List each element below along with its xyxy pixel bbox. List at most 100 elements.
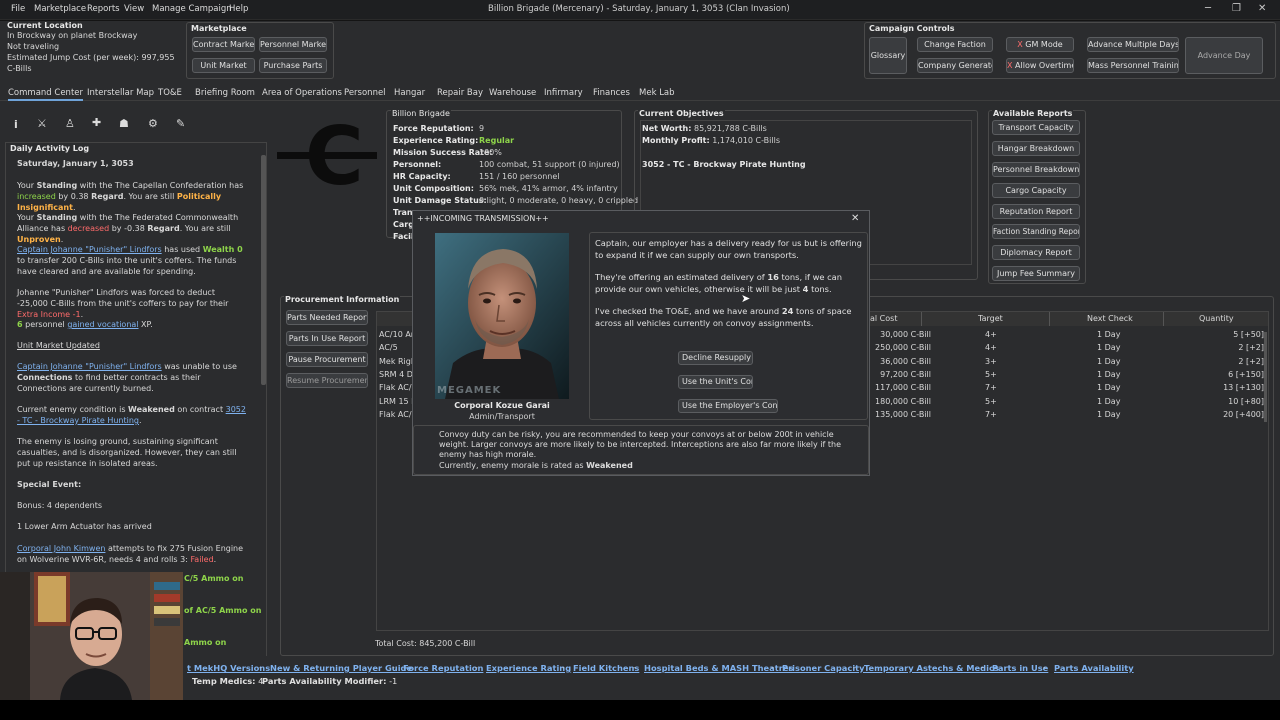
temp-medics: Temp Medics: 4 bbox=[192, 676, 264, 686]
menu-marketplace[interactable]: Marketplace bbox=[34, 4, 86, 14]
decline-resupply-button[interactable]: Decline Resupply bbox=[678, 351, 753, 365]
footer-sep: - bbox=[259, 663, 262, 672]
tab-area-of-operations[interactable]: Area of Operations bbox=[262, 88, 342, 98]
use-employer-convoy-button[interactable]: Use the Employer's Convoy bbox=[678, 399, 778, 413]
person-icon[interactable]: ♙ bbox=[65, 117, 75, 130]
bottom-strip bbox=[0, 700, 1280, 720]
proc-row-next-check: 1 Day bbox=[1097, 383, 1121, 393]
company-generator-button[interactable]: Company Generator bbox=[917, 58, 993, 73]
gear-icon[interactable]: ⚙ bbox=[148, 117, 158, 130]
change-faction-button[interactable]: Change Faction bbox=[917, 37, 993, 52]
cargo-capacity-button[interactable]: Cargo Capacity bbox=[992, 183, 1080, 198]
glossary-button[interactable]: Glossary bbox=[869, 37, 907, 74]
transport-capacity-button[interactable]: Transport Capacity bbox=[992, 120, 1080, 135]
table-scrollbar[interactable] bbox=[1264, 332, 1267, 422]
footer-link-temp-astechs[interactable]: Temporary Astechs & Medics bbox=[864, 663, 999, 673]
tab-repair-bay[interactable]: Repair Bay bbox=[437, 88, 483, 98]
person-link-2[interactable]: Captain Johanne "Punisher" Lindfors bbox=[17, 362, 162, 371]
minimize-icon[interactable]: ─ bbox=[1205, 3, 1211, 14]
footer-link-experience-rating[interactable]: Experience Rating bbox=[486, 663, 571, 673]
menu-manage-campaign[interactable]: Manage Campaign bbox=[152, 4, 232, 14]
proc-row-cost: 30,000 C-Bill bbox=[880, 330, 931, 339]
footer-link-field-kitchens[interactable]: Field Kitchens bbox=[573, 663, 639, 673]
hangar-breakdown-button[interactable]: Hangar Breakdown bbox=[992, 141, 1080, 156]
footer-sep: - bbox=[475, 663, 478, 672]
footer-sep: - bbox=[633, 663, 636, 672]
tab-hangar[interactable]: Hangar bbox=[394, 88, 425, 98]
log-entry-connections: Captain Johanne "Punisher" Lindfors was … bbox=[17, 362, 237, 393]
jump-fee-summary-button[interactable]: Jump Fee Summary bbox=[992, 266, 1080, 281]
menu-view[interactable]: View bbox=[124, 4, 144, 14]
menu-file[interactable]: File bbox=[11, 4, 25, 14]
footer-link-parts-availability[interactable]: Parts Availability bbox=[1054, 663, 1134, 673]
advance-multiple-days-button[interactable]: Advance Multiple Days bbox=[1087, 37, 1179, 52]
person-link-3[interactable]: Corporal John Kimwen bbox=[17, 544, 105, 553]
tab-interstellar-map[interactable]: Interstellar Map bbox=[87, 88, 154, 98]
log-scrollbar[interactable] bbox=[261, 155, 266, 385]
faction-standing-report-button[interactable]: Faction Standing Report bbox=[992, 224, 1080, 239]
unit-market-button[interactable]: Unit Market bbox=[192, 58, 255, 73]
person-link[interactable]: Captain Johanne "Punisher" Lindfors bbox=[17, 245, 162, 254]
log-entry-standing-fc: Your Standing with the The Federated Com… bbox=[17, 213, 239, 244]
proc-row-item: Flak AC/ bbox=[379, 383, 412, 393]
current-location-title: Current Location bbox=[7, 21, 83, 30]
proc-row-target: 7+ bbox=[985, 383, 997, 393]
log-entry-enemy-desc: The enemy is losing ground, sustaining s… bbox=[17, 437, 237, 468]
info-icon[interactable]: i bbox=[14, 118, 18, 131]
menu-help[interactable]: Help bbox=[229, 4, 248, 14]
medical-cross-icon[interactable]: ✚ bbox=[92, 116, 101, 129]
footer-link-player-guide[interactable]: New & Returning Player Guide bbox=[270, 663, 412, 673]
header-target[interactable]: Target bbox=[978, 314, 1003, 323]
wrench-icon[interactable]: ✎ bbox=[176, 117, 185, 130]
tab-infirmary[interactable]: Infirmary bbox=[544, 88, 583, 98]
gm-mode-x-icon: X bbox=[1017, 40, 1023, 49]
header-next-check[interactable]: Next Check bbox=[1087, 314, 1133, 323]
contract-market-button[interactable]: Contract Market bbox=[192, 37, 255, 52]
log-date: Saturday, January 1, 3053 bbox=[17, 159, 134, 168]
use-unit-convoy-button[interactable]: Use the Unit's Convoy bbox=[678, 375, 753, 389]
group-icon[interactable]: ☗ bbox=[119, 117, 129, 130]
mass-personnel-training-button[interactable]: Mass Personnel Training bbox=[1087, 58, 1179, 73]
footer-link-parts-in-use[interactable]: Parts in Use bbox=[992, 663, 1048, 673]
log-entry-deduct: Johanne "Punisher" Lindfors was forced t… bbox=[17, 288, 229, 319]
tab-toe[interactable]: TO&E bbox=[158, 88, 182, 98]
tab-briefing-room[interactable]: Briefing Room bbox=[195, 88, 255, 98]
purchase-parts-button[interactable]: Purchase Parts bbox=[259, 58, 327, 73]
proc-row-next-check: 1 Day bbox=[1097, 396, 1121, 406]
allow-overtime-button[interactable]: X Allow Overtime bbox=[1006, 58, 1074, 73]
log-entry-wealth: Captain Johanne "Punisher" Lindfors has … bbox=[17, 245, 243, 276]
header-quantity[interactable]: Quantity bbox=[1199, 314, 1234, 323]
pause-procurement-button[interactable]: Pause Procurement bbox=[286, 352, 368, 367]
unit-market-updated-link[interactable]: Unit Market Updated bbox=[17, 340, 100, 351]
footer-sep: - bbox=[392, 663, 395, 672]
footer-link-force-reputation[interactable]: Force Reputation bbox=[403, 663, 483, 673]
gm-mode-button[interactable]: X GM Mode bbox=[1006, 37, 1074, 52]
tab-personnel[interactable]: Personnel bbox=[344, 88, 386, 98]
diplomacy-report-button[interactable]: Diplomacy Report bbox=[992, 245, 1080, 260]
log-partial-1: C/5 Ammo on bbox=[184, 574, 244, 583]
header-cost[interactable]: al Cost bbox=[870, 314, 897, 323]
tab-mek-lab[interactable]: Mek Lab bbox=[639, 88, 675, 98]
parts-in-use-report-button[interactable]: Parts In Use Report bbox=[286, 331, 368, 346]
advance-day-button[interactable]: Advance Day bbox=[1185, 37, 1263, 74]
menu-reports[interactable]: Reports bbox=[87, 4, 120, 14]
maximize-icon[interactable]: ❐ bbox=[1232, 3, 1241, 14]
reputation-report-button[interactable]: Reputation Report bbox=[992, 204, 1080, 219]
tab-finances[interactable]: Finances bbox=[593, 88, 630, 98]
command-toolbar: i ⚔ ♙ ✚ ☗ ⚙ ✎ bbox=[6, 116, 196, 134]
swords-icon[interactable]: ⚔ bbox=[37, 117, 47, 130]
footer-link-versions[interactable]: t MekHQ Versions bbox=[187, 663, 270, 673]
vocational-link[interactable]: gained vocational bbox=[67, 320, 138, 329]
faction-logo: C bbox=[277, 110, 377, 203]
resume-procurement-button[interactable]: Resume Procurement bbox=[286, 373, 368, 388]
tab-command-center[interactable]: Command Center bbox=[8, 88, 83, 101]
close-window-icon[interactable]: ✕ bbox=[1258, 3, 1266, 14]
personnel-breakdown-button[interactable]: Personnel Breakdown bbox=[992, 162, 1080, 177]
dialog-close-icon[interactable]: ✕ bbox=[851, 213, 859, 224]
proc-row-quantity: 6 [+150] bbox=[1228, 369, 1264, 379]
personnel-market-button[interactable]: Personnel Market bbox=[259, 37, 327, 52]
parts-needed-report-button[interactable]: Parts Needed Report bbox=[286, 310, 368, 325]
log-bonus: Bonus: 4 dependents bbox=[17, 501, 103, 510]
experience-rating: Regular bbox=[479, 136, 515, 145]
tab-warehouse[interactable]: Warehouse bbox=[489, 88, 536, 98]
